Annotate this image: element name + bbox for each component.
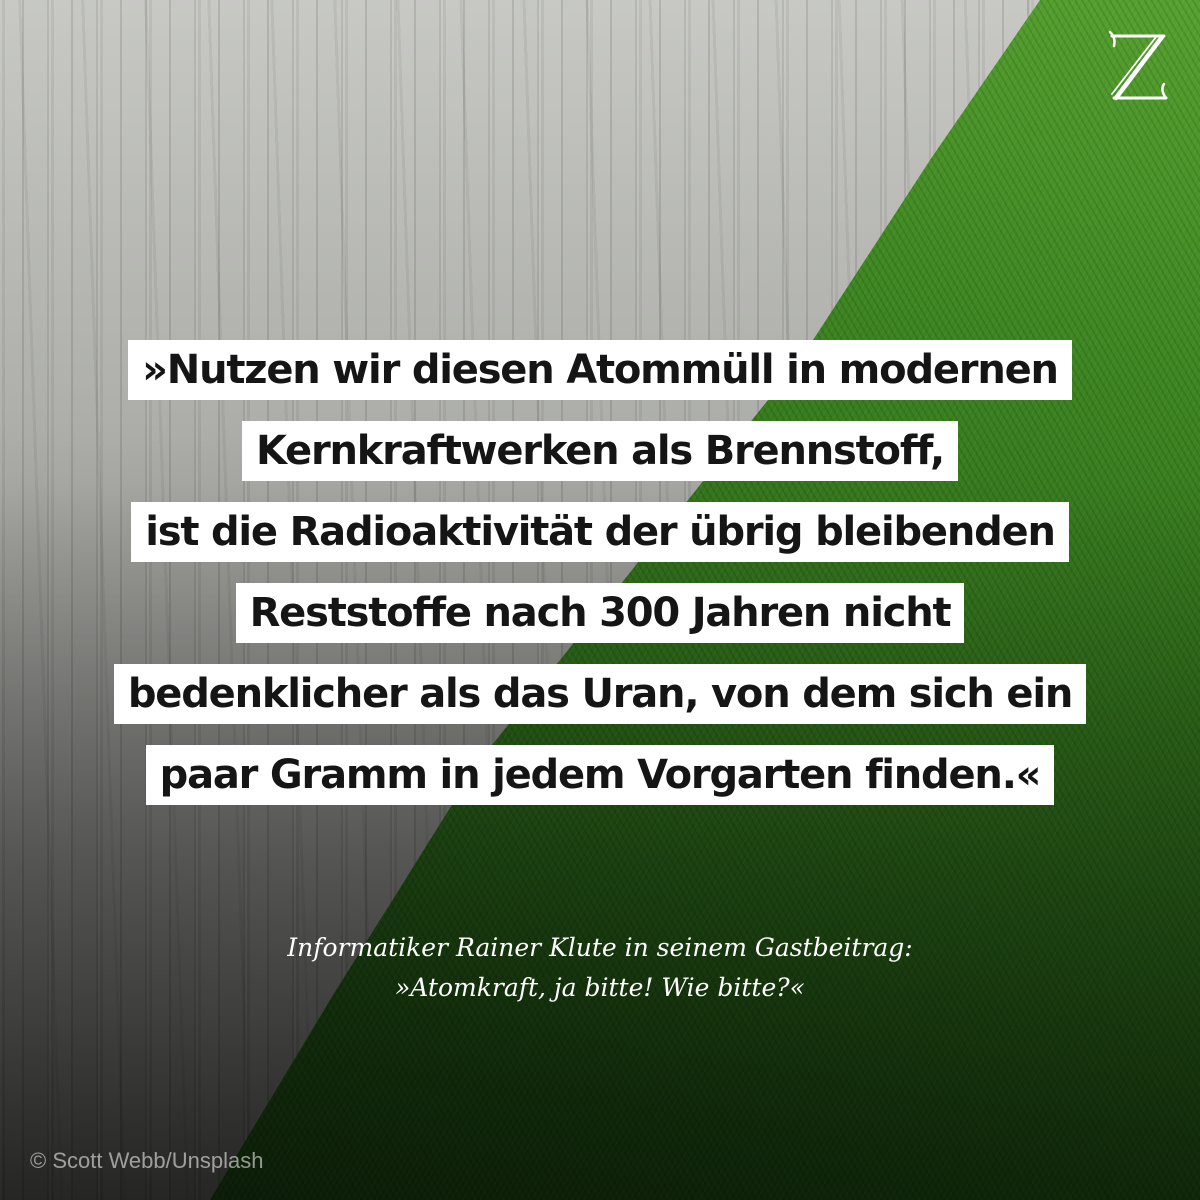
attribution-article-title: »Atomkraft, ja bitte! Wie bitte?«: [395, 973, 805, 1002]
quote-line: paar Gramm in jedem Vorgarten finden.«: [145, 745, 1055, 805]
quote-line: Kernkraftwerken als Brennstoff,: [241, 421, 959, 481]
quote-line: ist die Radioaktivität der übrig bleiben…: [131, 502, 1069, 562]
quote-line: Reststoffe nach 300 Jahren nicht: [235, 583, 965, 643]
zeit-z-logo: [1108, 30, 1168, 101]
attribution-author-line: Informatiker Rainer Klute in seinem Gast…: [287, 933, 913, 962]
quote-line: bedenklicher als das Uran, von dem sich …: [113, 664, 1087, 724]
photo-credit: © Scott Webb/Unsplash: [30, 1148, 264, 1173]
quote-card: »Nutzen wir diesen Atommüll in modernen …: [0, 0, 1200, 1200]
quote-block: »Nutzen wir diesen Atommüll in modernen …: [0, 340, 1200, 826]
quote-line: »Nutzen wir diesen Atommüll in modernen: [128, 340, 1072, 400]
attribution-caption: Informatiker Rainer Klute in seinem Gast…: [0, 928, 1200, 1008]
